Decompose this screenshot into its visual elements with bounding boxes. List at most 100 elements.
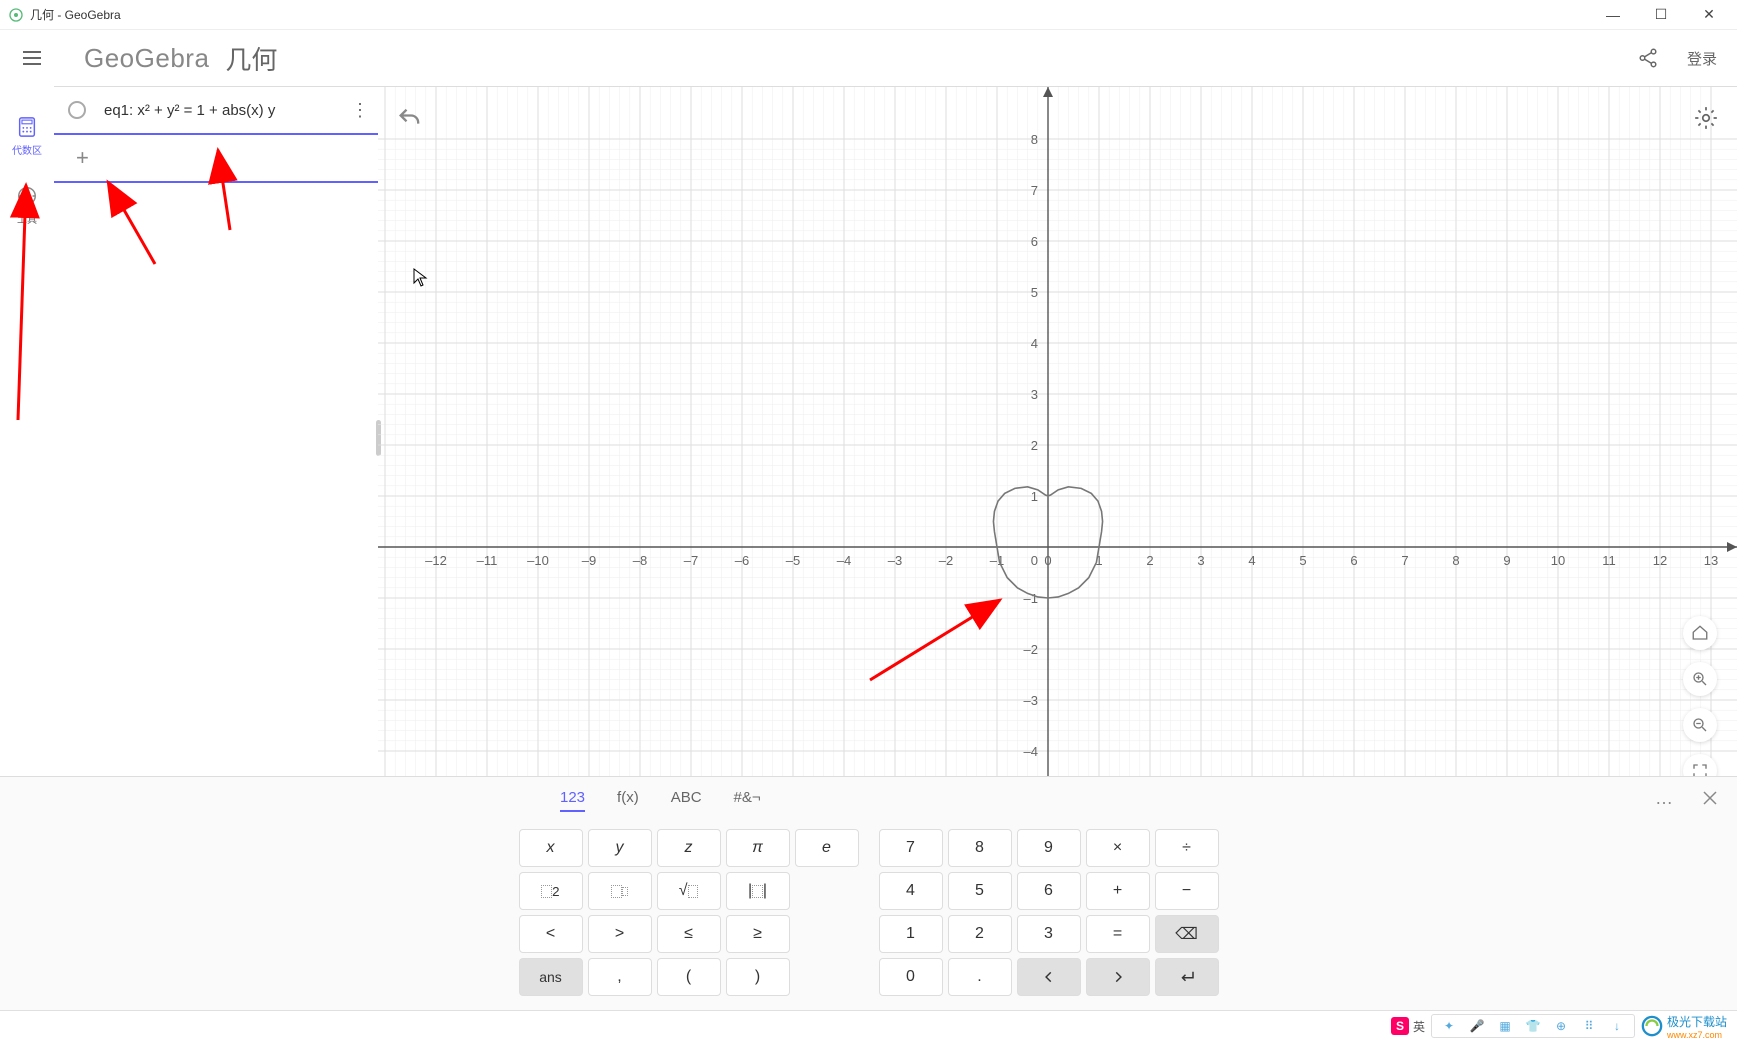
key-9[interactable]: 9 <box>1017 829 1081 867</box>
tray-icon[interactable]: ⊕ <box>1552 1017 1570 1035</box>
key-e[interactable]: e <box>795 829 859 867</box>
svg-text:–10: –10 <box>527 553 549 568</box>
maximize-button[interactable]: ☐ <box>1649 3 1673 27</box>
key-power[interactable] <box>588 872 652 910</box>
key-minus[interactable]: − <box>1155 872 1219 910</box>
key-eq[interactable]: = <box>1086 915 1150 953</box>
key-plus[interactable]: + <box>1086 872 1150 910</box>
svg-text:4: 4 <box>1248 553 1255 568</box>
key-mul[interactable]: × <box>1086 829 1150 867</box>
svg-text:–7: –7 <box>684 553 698 568</box>
svg-text:5: 5 <box>1031 285 1038 300</box>
key-dot[interactable]: . <box>948 958 1012 996</box>
algebra-row[interactable]: eq1: x² + y² = 1 + abs(x) y ⋮ <box>54 87 378 135</box>
key-div[interactable]: ÷ <box>1155 829 1219 867</box>
share-icon[interactable] <box>1637 47 1659 69</box>
key-1[interactable]: 1 <box>879 915 943 953</box>
key-gt[interactable]: > <box>588 915 652 953</box>
key-4[interactable]: 4 <box>879 872 943 910</box>
sidebar-item-label: 工具 <box>17 211 37 226</box>
coordinate-plane[interactable]: –12–11–10–9–8–7–6–5–4–3–2–10123456789101… <box>378 87 1737 828</box>
taskbar: S 英 ✦ 🎤 ▦ 👕 ⊕ ⠿ ↓ 极光下载站 www.xz7.com <box>0 1010 1737 1041</box>
virtual-keyboard: 123 f(x) ABC #&¬ … x y z π e 2 √ | | <box>0 776 1737 1010</box>
keyboard-tab-123[interactable]: 123 <box>560 785 585 812</box>
svg-text:–8: –8 <box>633 553 647 568</box>
svg-text:–5: –5 <box>786 553 800 568</box>
tray-icon[interactable]: ▦ <box>1496 1017 1514 1035</box>
svg-text:–3: –3 <box>888 553 902 568</box>
home-view-button[interactable] <box>1683 616 1717 650</box>
graphics-view[interactable]: –12–11–10–9–8–7–6–5–4–3–2–10123456789101… <box>378 86 1737 828</box>
key-lt[interactable]: < <box>519 915 583 953</box>
svg-text:6: 6 <box>1350 553 1357 568</box>
keyboard-close-icon[interactable] <box>1701 789 1719 807</box>
svg-text:8: 8 <box>1452 553 1459 568</box>
key-enter[interactable] <box>1155 958 1219 996</box>
tray-icon[interactable]: 👕 <box>1524 1017 1542 1035</box>
key-right[interactable] <box>1086 958 1150 996</box>
key-sqrt[interactable]: √ <box>657 872 721 910</box>
key-0[interactable]: 0 <box>879 958 943 996</box>
gear-icon[interactable] <box>1693 105 1719 131</box>
watermark: 极光下载站 www.xz7.com <box>1641 1013 1727 1040</box>
keyboard-more-icon[interactable]: … <box>1655 788 1675 809</box>
key-pi[interactable]: π <box>726 829 790 867</box>
key-comma[interactable]: , <box>588 958 652 996</box>
key-x[interactable]: x <box>519 829 583 867</box>
add-icon[interactable]: + <box>76 145 89 171</box>
tray-icon[interactable]: ⠿ <box>1580 1017 1598 1035</box>
ime-indicator[interactable]: S 英 <box>1391 1017 1425 1035</box>
sidebar-item-tools[interactable]: 工具 <box>16 185 38 226</box>
tray-icon[interactable]: 🎤 <box>1468 1017 1486 1035</box>
key-z[interactable]: z <box>657 829 721 867</box>
keyboard-tab-abc[interactable]: ABC <box>671 785 702 812</box>
calculator-icon <box>16 116 38 138</box>
keyboard-tab-fx[interactable]: f(x) <box>617 785 639 812</box>
key-abs[interactable]: | | <box>726 872 790 910</box>
key-backspace[interactable]: ⌫ <box>1155 915 1219 953</box>
algebra-add-row[interactable]: + <box>54 135 378 183</box>
key-square[interactable]: 2 <box>519 872 583 910</box>
zoom-in-button[interactable] <box>1683 662 1717 696</box>
zoom-out-button[interactable] <box>1683 708 1717 742</box>
tray-icon[interactable]: ✦ <box>1440 1017 1458 1035</box>
key-left[interactable] <box>1017 958 1081 996</box>
svg-text:7: 7 <box>1031 183 1038 198</box>
key-2[interactable]: 2 <box>948 915 1012 953</box>
keyboard-tab-sym[interactable]: #&¬ <box>734 785 761 812</box>
key-rparen[interactable]: ) <box>726 958 790 996</box>
undo-icon[interactable] <box>396 105 424 133</box>
key-ge[interactable]: ≥ <box>726 915 790 953</box>
key-3[interactable]: 3 <box>1017 915 1081 953</box>
key-le[interactable]: ≤ <box>657 915 721 953</box>
svg-text:–2: –2 <box>939 553 953 568</box>
equation-text[interactable]: eq1: x² + y² = 1 + abs(x) y <box>104 102 350 119</box>
window-title: 几何 - GeoGebra <box>30 6 1601 23</box>
key-7[interactable]: 7 <box>879 829 943 867</box>
key-lparen[interactable]: ( <box>657 958 721 996</box>
key-6[interactable]: 6 <box>1017 872 1081 910</box>
key-8[interactable]: 8 <box>948 829 1012 867</box>
svg-text:10: 10 <box>1551 553 1565 568</box>
tray-icon[interactable]: ↓ <box>1608 1017 1626 1035</box>
svg-text:2: 2 <box>1031 438 1038 453</box>
close-button[interactable]: ✕ <box>1697 3 1721 27</box>
svg-text:0: 0 <box>1044 553 1051 568</box>
menu-icon[interactable] <box>20 46 44 70</box>
row-more-icon[interactable]: ⋮ <box>350 100 370 121</box>
key-ans[interactable]: ans <box>519 958 583 996</box>
svg-text:–3: –3 <box>1024 693 1038 708</box>
tools-icon <box>16 185 38 207</box>
key-y[interactable]: y <box>588 829 652 867</box>
login-link[interactable]: 登录 <box>1687 48 1717 69</box>
key-5[interactable]: 5 <box>948 872 1012 910</box>
svg-text:9: 9 <box>1503 553 1510 568</box>
visibility-toggle[interactable] <box>68 101 86 119</box>
sidebar-item-algebra[interactable]: 代数区 <box>12 116 42 157</box>
window-titlebar: 几何 - GeoGebra — ☐ ✕ <box>0 0 1737 30</box>
svg-text:3: 3 <box>1031 387 1038 402</box>
zoom-in-icon <box>1691 670 1709 688</box>
chevron-left-icon <box>1042 970 1056 984</box>
minimize-button[interactable]: — <box>1601 3 1625 27</box>
sidebar: 代数区 工具 <box>0 86 54 828</box>
